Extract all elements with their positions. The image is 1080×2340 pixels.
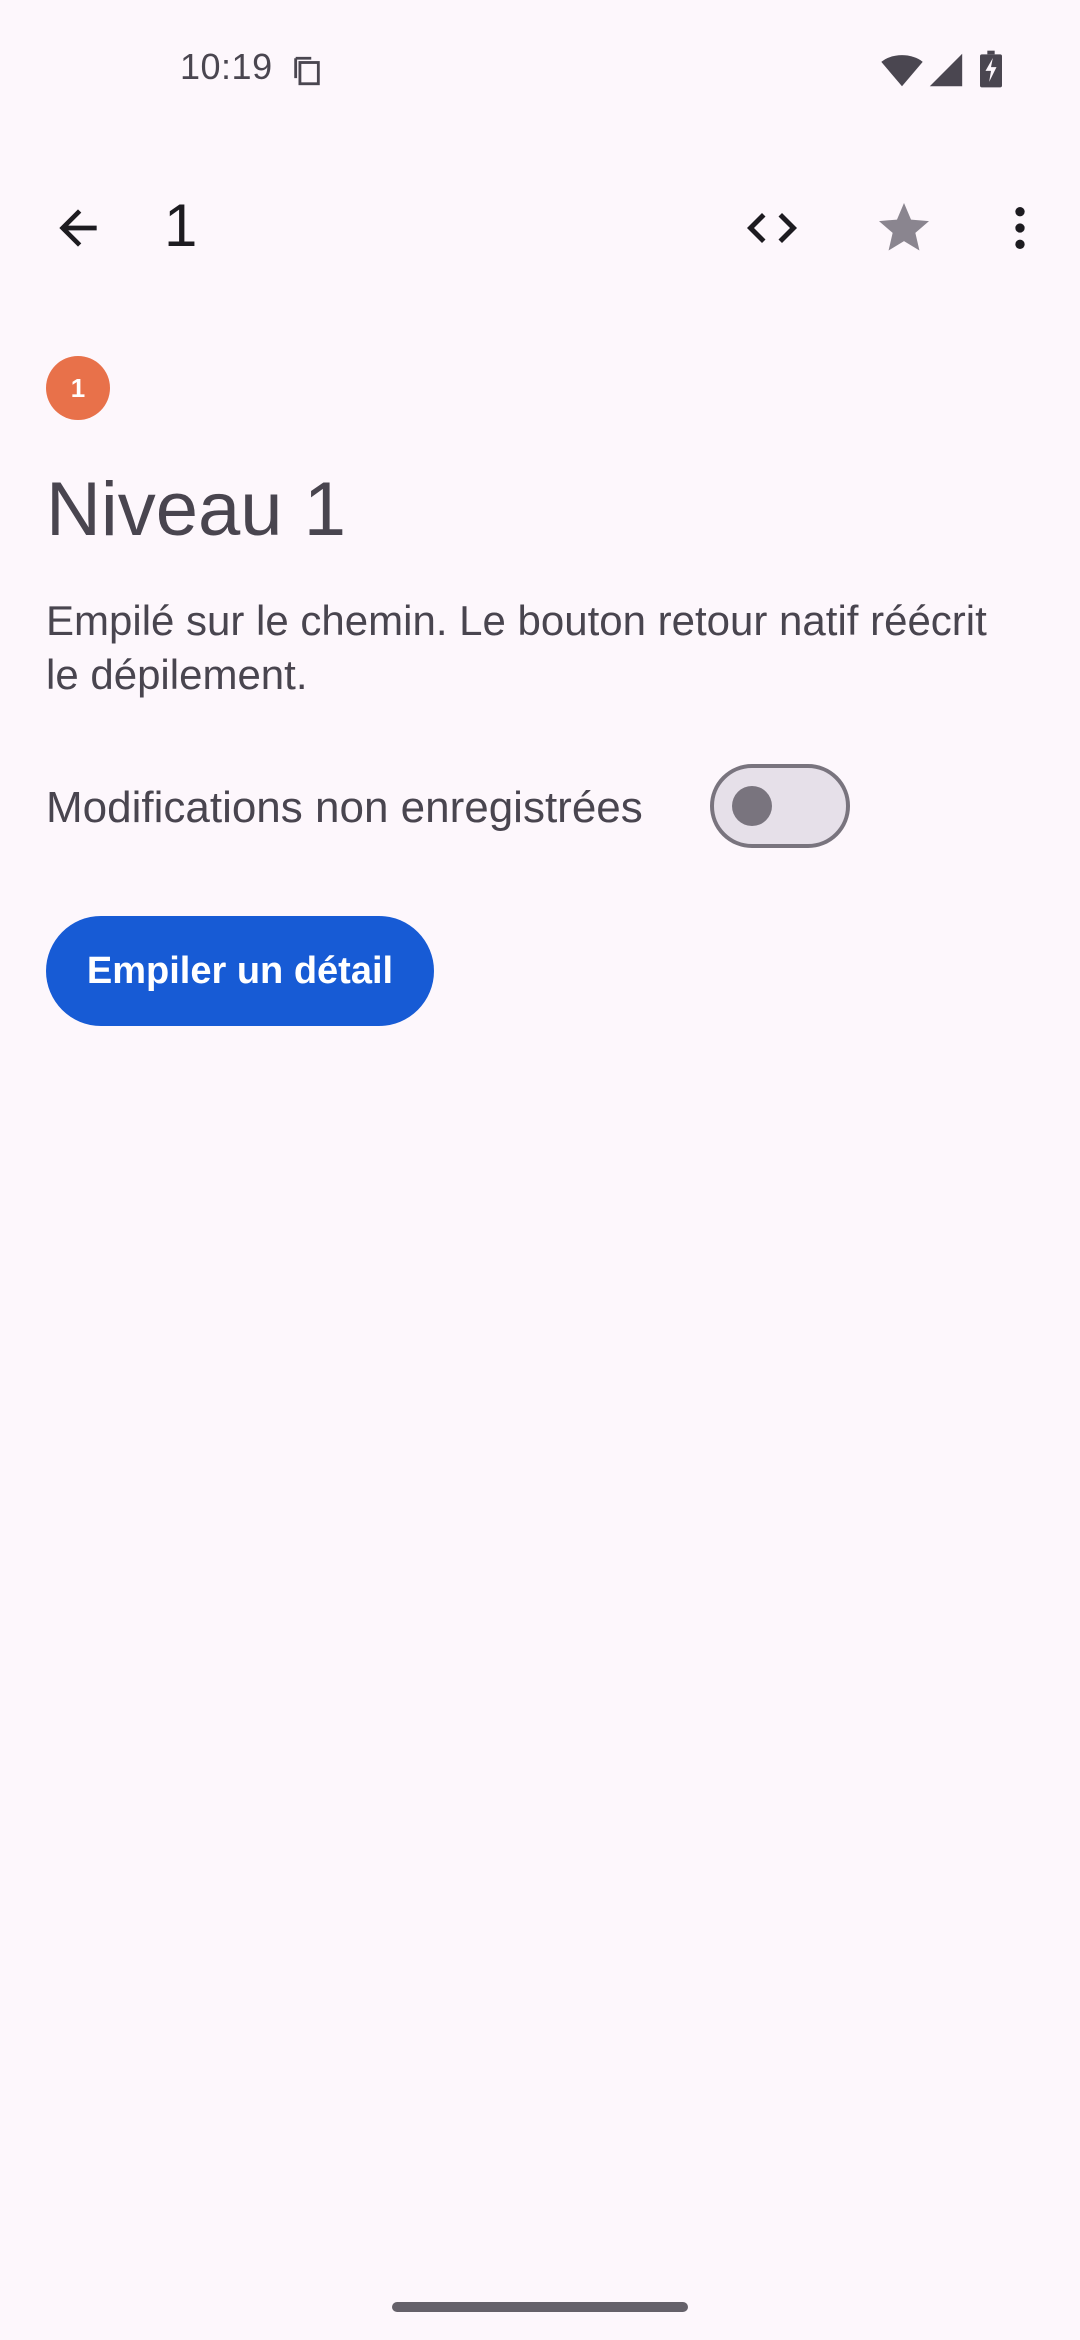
clipboard-icon bbox=[294, 56, 320, 86]
unsaved-changes-row: Modifications non enregistrées bbox=[46, 760, 1046, 852]
back-arrow-icon bbox=[59, 209, 97, 247]
code-button[interactable] bbox=[724, 180, 820, 276]
level-badge: 1 bbox=[46, 356, 110, 420]
switch-thumb bbox=[732, 786, 772, 826]
gesture-navigation-bar[interactable] bbox=[392, 2302, 688, 2312]
top-app-bar: 1 bbox=[0, 160, 1080, 290]
status-bar: 10:19 bbox=[0, 0, 1080, 140]
back-button[interactable] bbox=[30, 180, 126, 276]
screen: 10:19 1 1 Niveau 1 Empilé sur le chemin.… bbox=[0, 0, 1080, 2340]
battery-charging-icon bbox=[980, 50, 1002, 88]
page-title: Niveau 1 bbox=[46, 467, 346, 552]
favorite-button[interactable] bbox=[856, 180, 952, 276]
wifi-icon bbox=[881, 55, 923, 87]
signal-icon bbox=[929, 53, 963, 87]
star-icon bbox=[879, 203, 929, 251]
more-options-button[interactable] bbox=[972, 180, 1068, 276]
more-vert-icon bbox=[1015, 207, 1025, 249]
unsaved-changes-label: Modifications non enregistrées bbox=[46, 783, 643, 832]
push-detail-button[interactable]: Empiler un détail bbox=[46, 916, 434, 1026]
app-bar-title: 1 bbox=[164, 192, 198, 259]
status-time: 10:19 bbox=[180, 46, 273, 87]
code-icon bbox=[747, 213, 797, 243]
page-description: Empilé sur le chemin. Le bouton retour n… bbox=[46, 597, 987, 698]
unsaved-changes-switch[interactable] bbox=[710, 764, 850, 848]
